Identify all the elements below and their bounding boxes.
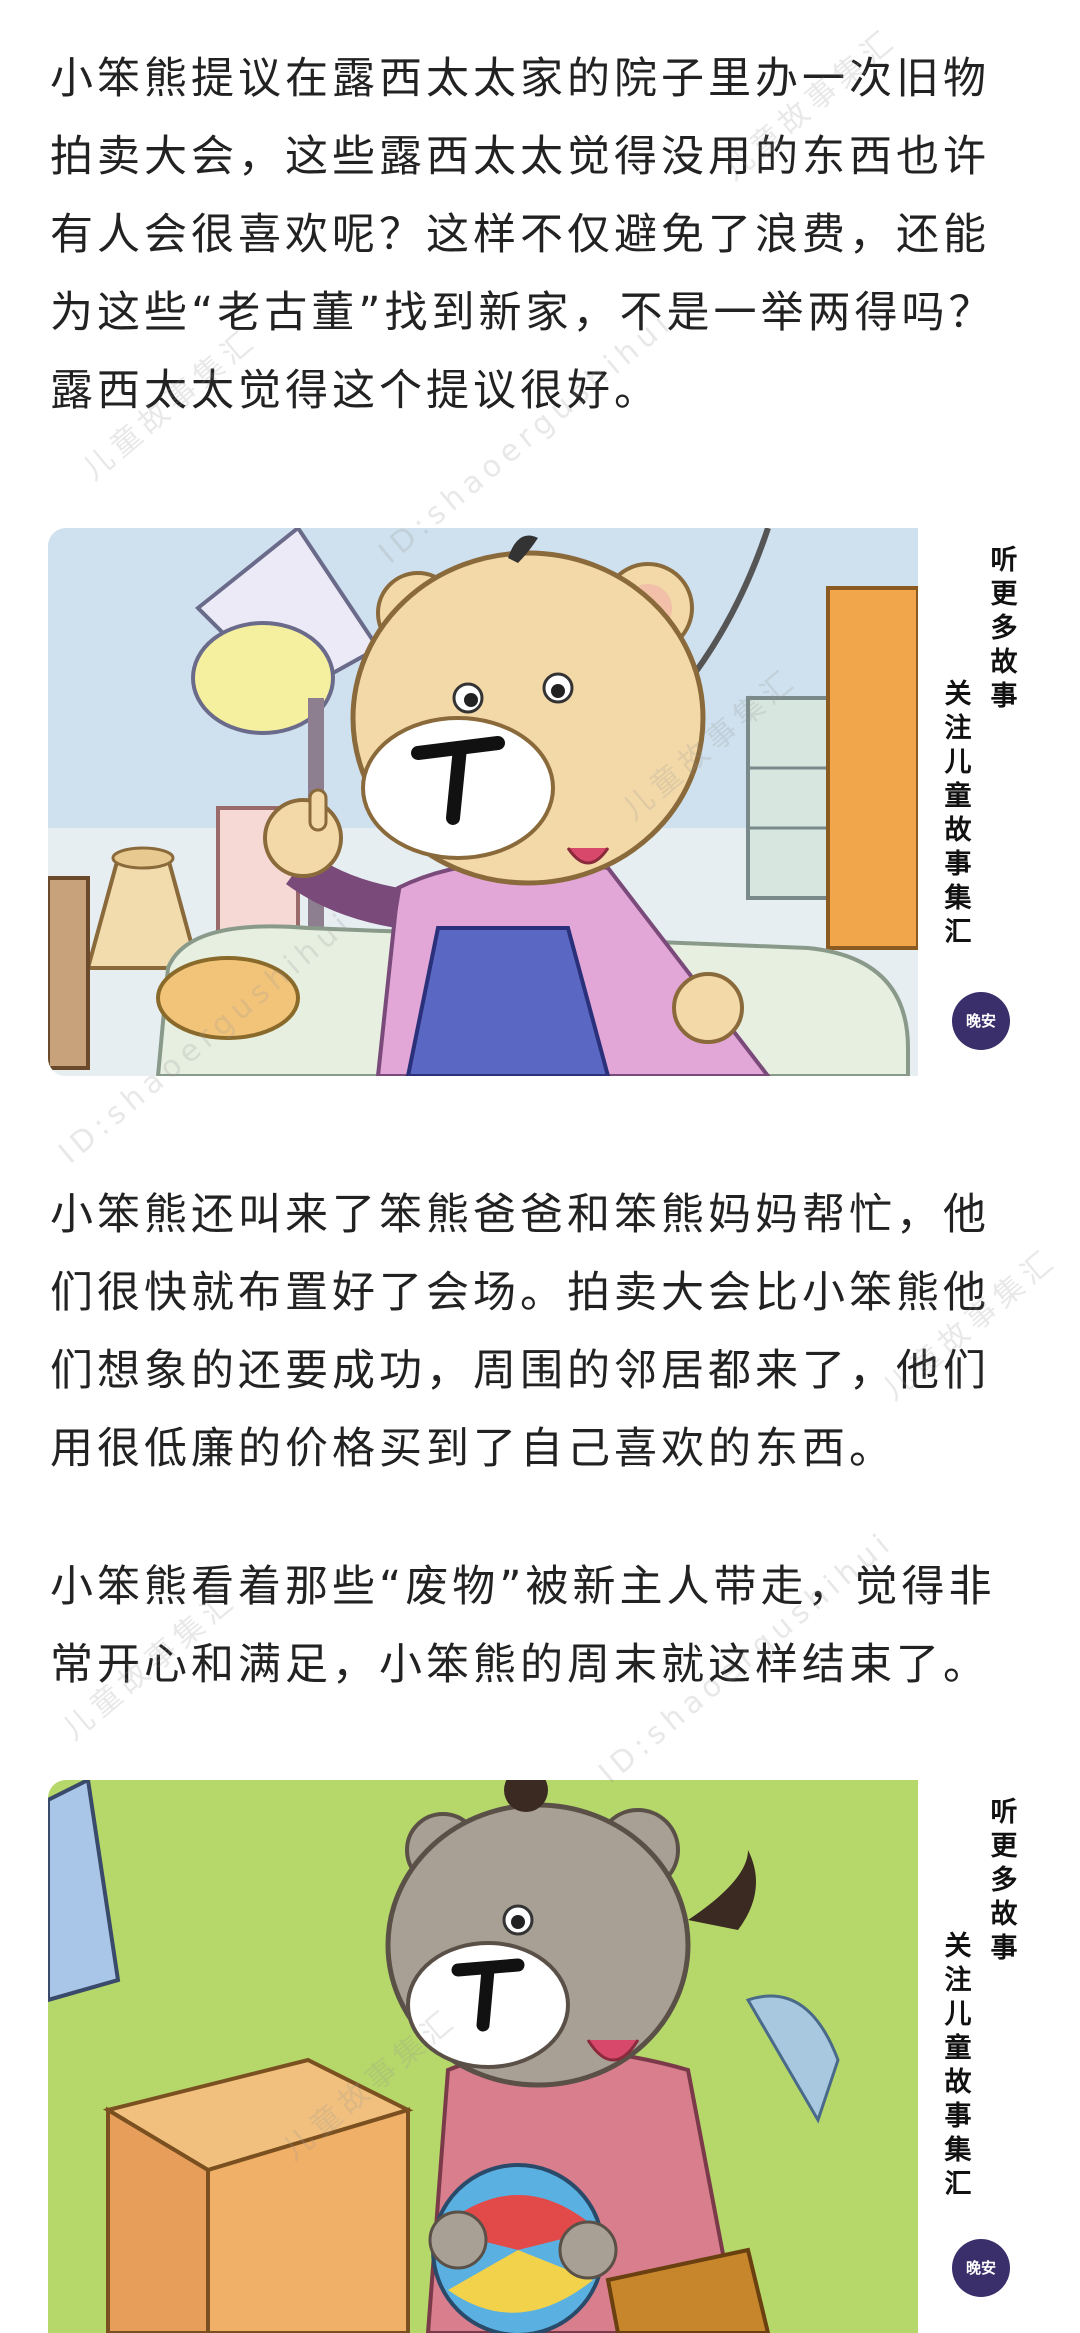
promo-text-follow: 关注儿童故事集汇 (944, 1931, 972, 2200)
promo-text-listen-more: 听更多故事 (990, 1797, 1018, 1964)
story-paragraph-1: 小笨熊提议在露西太太家的院子里办一次旧物拍卖大会，这些露西太太觉得没用的东西也许… (50, 54, 996, 416)
story-illustration-1[interactable]: 听更多故事 关注儿童故事集汇 晚安 (48, 528, 1032, 1076)
bear-holding-ball-illustration (48, 1780, 918, 2333)
promo-text-listen-more: 听更多故事 (990, 545, 1018, 712)
story-paragraph-3: 小笨熊看着那些“废物”被新主人带走，觉得非常开心和满足，小笨熊的周末就这样结束了… (50, 1562, 996, 1690)
bear-scene-image-2 (48, 1780, 918, 2333)
promo-sidebar-1[interactable]: 听更多故事 关注儿童故事集汇 晚安 (918, 528, 1032, 1076)
channel-logo-icon: 晚安 (952, 2239, 1010, 2297)
story-paragraph-2: 小笨熊还叫来了笨熊爸爸和笨熊妈妈帮忙，他们很快就布置好了会场。拍卖大会比小笨熊他… (50, 1190, 990, 1474)
promo-sidebar-2[interactable]: 听更多故事 关注儿童故事集汇 晚安 (918, 1780, 1032, 2333)
bear-scene-image-1 (48, 528, 918, 1076)
bear-pointing-illustration (48, 528, 918, 1076)
story-illustration-2[interactable]: 听更多故事 关注儿童故事集汇 晚安 (48, 1780, 1032, 2333)
channel-logo-icon: 晚安 (952, 992, 1010, 1050)
promo-text-follow: 关注儿童故事集汇 (944, 679, 972, 948)
